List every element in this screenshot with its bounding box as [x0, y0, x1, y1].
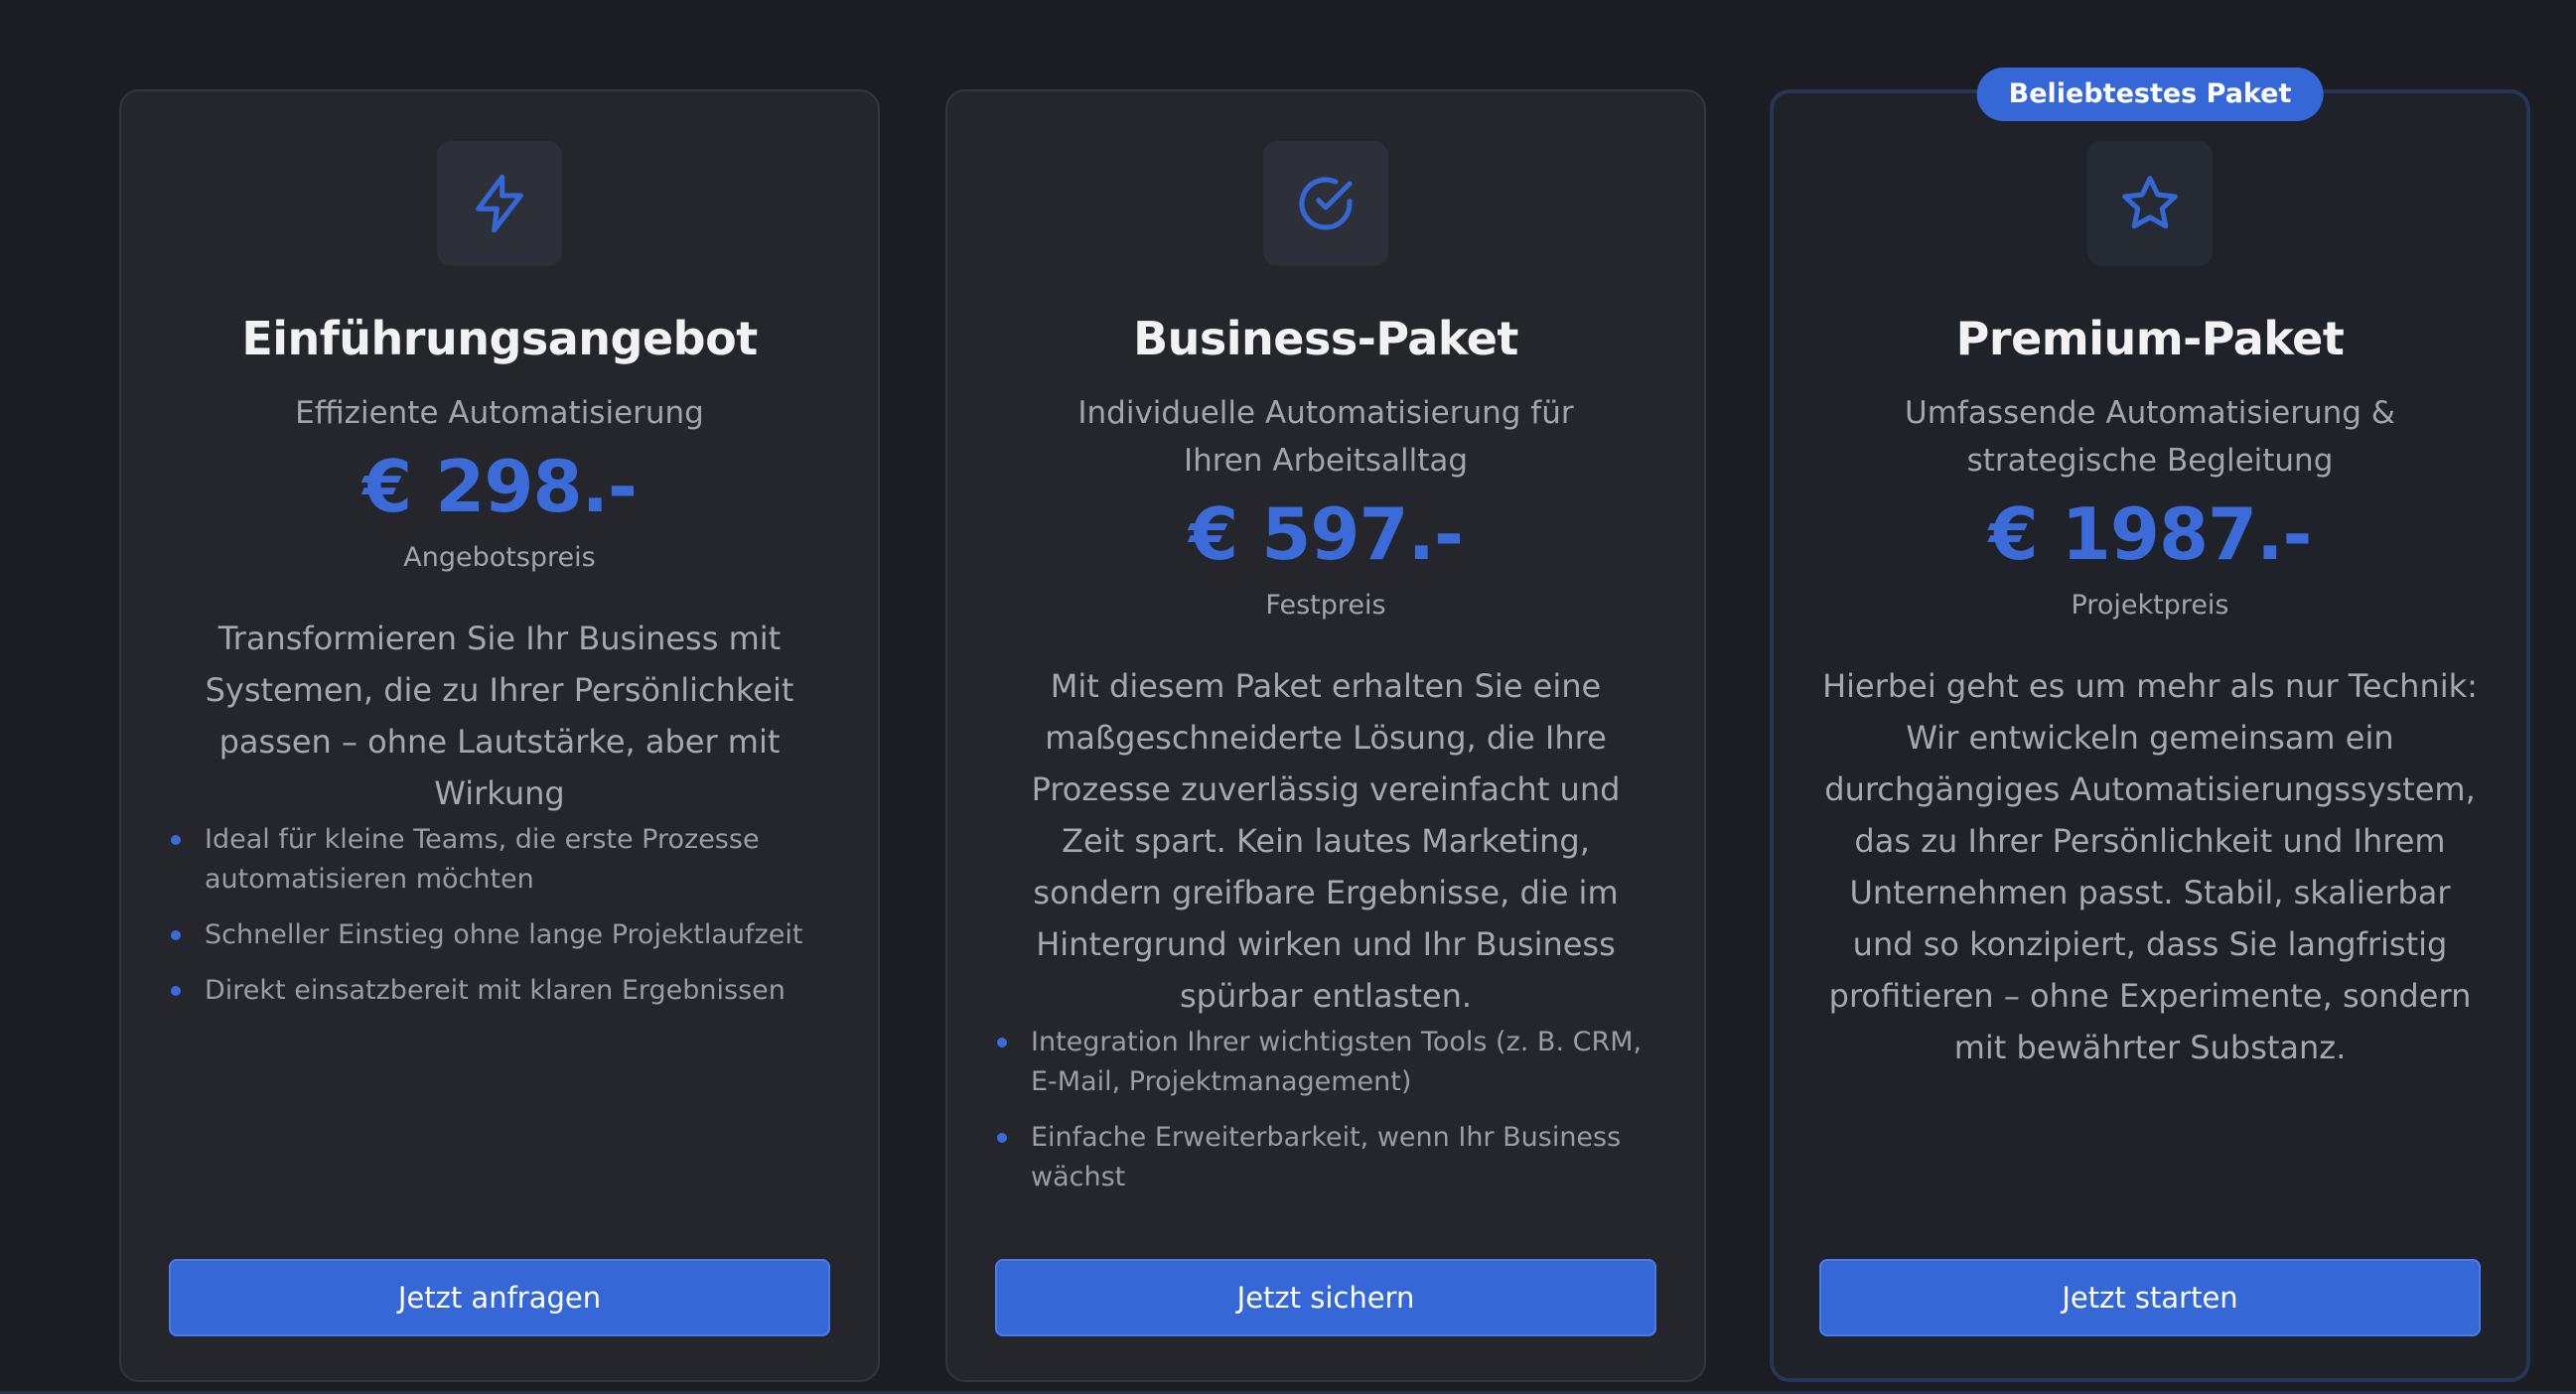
plan-price: € 298.- [362, 445, 638, 528]
feature-item: Integration Ihrer wichtigsten Tools (z. … [995, 1023, 1645, 1102]
plan-title: Premium-Paket [1955, 312, 2345, 365]
jetzt-starten-button[interactable]: Jetzt starten [1819, 1259, 2481, 1336]
plan-price-label: Festpreis [1265, 590, 1386, 621]
lightning-bolt-icon [476, 174, 523, 233]
plan-price-label: Projektpreis [2071, 590, 2229, 621]
pricing-card-business-paket: Business-Paket Individuelle Automatisier… [945, 89, 1706, 1382]
popular-badge: Beliebtestes Paket [1976, 68, 2324, 121]
plan-features: Integration Ihrer wichtigsten Tools (z. … [995, 1023, 1645, 1213]
plan-features: Ideal für kleine Teams, die erste Prozes… [169, 820, 818, 1027]
jetzt-sichern-button[interactable]: Jetzt sichern [995, 1259, 1656, 1336]
jetzt-anfragen-button[interactable]: Jetzt anfragen [169, 1259, 830, 1336]
plan-subtitle: Effiziente Automatisierung € 298.- Angeb… [181, 389, 818, 578]
plan-icon-box [2087, 141, 2213, 266]
plan-title: Business-Paket [1133, 312, 1518, 365]
plan-subtitle: Umfassende Automatisierung & strategisch… [1863, 389, 2437, 626]
plan-subtitle: Individuelle Automatisierung für Ihren A… [1037, 389, 1615, 626]
plan-title: Einführungsangebot [241, 312, 758, 365]
plan-price: € 1987.- [1988, 492, 2313, 576]
feature-item: Ideal für kleine Teams, die erste Prozes… [169, 820, 818, 900]
plan-icon-box [1263, 141, 1388, 266]
plan-price-label: Angebotspreis [403, 542, 596, 573]
feature-item: Direkt einsatzbereit mit klaren Ergebnis… [169, 971, 818, 1011]
feature-item: Schneller Einstieg ohne lange Projektlau… [169, 915, 818, 955]
plan-description: Transformieren Sie Ihr Business mit Syst… [205, 620, 794, 812]
feature-item: Einfache Erweiterbarkeit, wenn Ihr Busin… [995, 1118, 1645, 1197]
pricing-card-einfuehrungsangebot: Einführungsangebot Effiziente Automatisi… [119, 89, 880, 1382]
star-icon [2122, 176, 2178, 229]
check-circle-icon [1299, 177, 1353, 230]
plan-description: Hierbei geht es um mehr als nur Technik:… [1822, 667, 2478, 1066]
pricing-card-premium-paket: Beliebtestes Paket Premium-Paket Umfasse… [1770, 68, 2530, 1382]
plan-price: € 597.- [1189, 492, 1464, 576]
plan-icon-box [437, 141, 562, 266]
plan-description: Mit diesem Paket erhalten Sie eine maßge… [1031, 667, 1621, 1015]
